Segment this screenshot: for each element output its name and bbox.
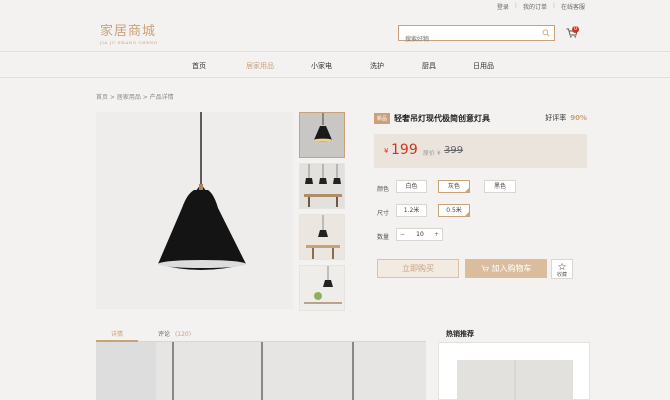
separator: | [552,2,555,9]
price-currency: ¥ [384,147,389,155]
rating: 好评率 90% [545,113,587,123]
add-to-cart-label: 加入购物车 [491,264,532,273]
original-price-label: 原价 ¥ [423,150,441,157]
title-row: 新品 轻奢吊灯现代极简创意灯具 好评率 90% [374,111,587,125]
price-box: ¥ 199 原价 ¥ 399 [374,134,587,168]
detail-lamps-image [96,342,426,400]
color-options: 颜色 白色 灰色 黑色 [374,180,587,194]
detail-image [96,342,426,400]
search-input[interactable] [399,32,537,47]
color-option-white[interactable]: 白色 [396,180,427,193]
nav-item-home[interactable]: 首页 [192,61,206,71]
logo[interactable]: 家居商城 JIA JU SHANG CHENG [100,20,158,45]
new-badge: 新品 [374,112,391,124]
thumb-room-image [300,164,344,208]
product-main-image [96,112,293,309]
cart-badge: 0 [572,26,579,33]
customer-service-link[interactable]: 在线客服 [561,2,585,11]
breadcrumb: 首页 > 居家用品 > 产品详情 [96,94,174,101]
favorite-button[interactable]: 收藏 [551,259,573,279]
original-price: 399 [444,145,464,156]
size-option-1-2m[interactable]: 1.2米 [396,204,427,217]
top-bar: 登录 | 我的订单 | 在线客服 [0,0,670,13]
thumbnail-list [299,112,346,316]
thumbnail-1[interactable] [299,112,345,158]
size-options: 尺寸 1.2米 0.5米 [374,204,587,218]
nav-item-kitchen[interactable]: 厨具 [422,61,436,71]
header: 家居商城 JIA JU SHANG CHENG 0 [0,13,670,51]
hot-recommend-title: 热销推荐 [446,330,474,338]
favorite-label: 收藏 [556,272,567,278]
login-link[interactable]: 登录 [497,2,509,11]
tab-reviews-label: 评论 [158,331,171,338]
quantity-label: 数量 [377,234,390,241]
thumbnail-2[interactable] [299,163,345,209]
product-title: 轻奢吊灯现代极简创意灯具 [394,113,491,123]
size-option-0-5m[interactable]: 0.5米 [438,204,470,217]
color-option-gray[interactable]: 灰色 [438,180,470,193]
my-orders-link[interactable]: 我的订单 [523,2,547,11]
search-icon[interactable] [542,29,550,37]
size-label: 尺寸 [377,210,390,217]
rating-label: 好评率 [545,114,567,122]
logo-text: 家居商城 [100,24,157,39]
thumbnail-3[interactable] [299,214,345,260]
review-count: (120) [174,331,192,338]
thumb-desk-image [300,266,344,310]
cart-icon [480,265,489,272]
nav-item-appliances[interactable]: 小家电 [311,61,332,71]
hot-product-image [457,360,573,400]
hot-recommend-card[interactable] [438,342,590,400]
product-info: 新品 轻奢吊灯现代极简创意灯具 好评率 90% ¥ 199 原价 ¥ 399 颜色… [374,111,587,279]
star-icon [558,263,566,270]
rating-value: 90% [570,114,587,122]
color-option-black[interactable]: 黑色 [484,180,516,193]
main-nav: 首页 居家用品 小家电 洗护 厨具 日用品 [0,51,670,78]
buy-now-button[interactable]: 立即购买 [377,259,459,278]
quantity-increase-button[interactable]: + [431,229,442,240]
color-label: 颜色 [377,186,390,193]
nav-item-daily[interactable]: 日用品 [473,61,494,71]
logo-subtext: JIA JU SHANG CHENG [100,40,158,45]
quantity-value[interactable]: 10 [410,229,430,240]
separator: | [514,2,517,9]
quantity-row: 数量 − 10 + [374,228,587,242]
search-box [398,25,555,47]
nav-item-care[interactable]: 洗护 [370,61,384,71]
quantity-decrease-button[interactable]: − [397,229,408,240]
add-to-cart-button[interactable]: 加入购物车 [465,259,547,278]
detail-tabs: 详情 评论 (120) [96,326,426,342]
pendant-lamp-image [158,112,246,270]
nav-item-home-goods[interactable]: 居家用品 [246,61,274,71]
top-links: 登录 | 我的订单 | 在线客服 [497,2,585,11]
thumbnail-4[interactable] [299,265,345,311]
hot-product-lamp [457,360,573,400]
thumb-dining-image [300,215,344,259]
thumb-lamp-image [300,113,344,157]
tab-reviews[interactable]: 评论 (120) [158,329,191,338]
quantity-stepper: − 10 + [396,228,443,241]
tab-details[interactable]: 详情 [111,329,123,338]
current-price: 199 [391,142,418,158]
